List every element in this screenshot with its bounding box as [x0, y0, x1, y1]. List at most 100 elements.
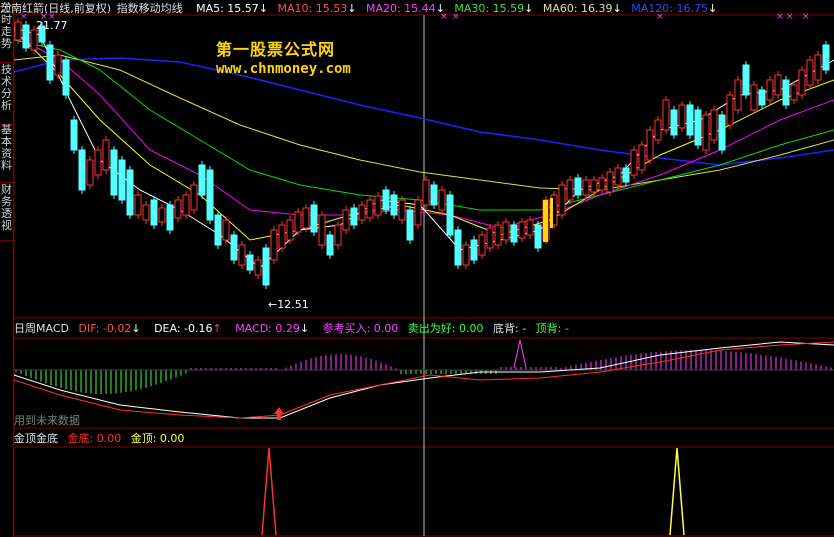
tab-technical-analysis[interactable]: 技术分析	[0, 64, 13, 125]
candlestick	[302, 207, 310, 229]
candlestick	[462, 244, 470, 266]
gold-name[interactable]: 金顶金底	[14, 432, 58, 445]
gold-bottom-spike	[261, 447, 277, 536]
candlestick	[158, 207, 166, 223]
candlestick	[366, 199, 374, 219]
macd-name[interactable]: 日周MACD	[14, 322, 69, 335]
candlestick	[726, 94, 734, 126]
candlestick	[494, 224, 502, 246]
candlestick	[454, 229, 462, 266]
candlestick	[198, 164, 206, 196]
gold-bottom-value: 金底: 0.00	[67, 432, 122, 445]
ma60-value: MA60: 16.39	[542, 2, 613, 15]
candlestick	[246, 254, 254, 271]
main-header: 江南红箭(日线,前复权) 指数移动均线 MA5: 15.57↓ MA10: 15…	[0, 0, 723, 16]
candlestick	[126, 169, 134, 216]
ref-buy-value: 参考买入: 0.00	[322, 322, 399, 335]
candlestick	[278, 224, 286, 249]
candlestick	[78, 149, 86, 191]
highlight-candle	[543, 200, 548, 242]
future-data-note: 用到未来数据	[14, 414, 80, 427]
candlestick	[142, 204, 150, 221]
tab-basic-info[interactable]: 基本资料	[0, 124, 13, 183]
highlight-candle	[550, 198, 553, 228]
candlestick	[766, 79, 774, 101]
candlestick	[30, 29, 38, 51]
candlestick	[358, 204, 366, 221]
candlestick	[318, 214, 326, 246]
candlestick	[166, 204, 174, 231]
candlestick	[406, 209, 414, 241]
candlestick	[654, 119, 662, 141]
candlestick	[382, 189, 390, 211]
candlestick	[110, 149, 118, 196]
candlestick	[342, 209, 350, 231]
indicator-name[interactable]: 指数移动均线	[117, 2, 183, 15]
arrow-down-icon: ↓	[258, 2, 269, 15]
side-tab-bar: 分时走势 技术分析 基本资料 财务透视	[0, 0, 14, 537]
candlestick	[422, 179, 430, 206]
candlestick	[486, 227, 494, 249]
candlestick	[742, 64, 750, 96]
candlestick	[206, 169, 214, 221]
candlestick	[430, 184, 438, 206]
candlestick	[286, 219, 294, 241]
arrow-down-icon: ↓	[131, 322, 141, 335]
candlestick	[558, 184, 566, 216]
candlestick	[750, 84, 758, 111]
candlestick	[14, 21, 22, 41]
macd-spike	[513, 339, 527, 369]
candlestick	[670, 109, 678, 136]
candlestick	[254, 259, 262, 276]
candlestick	[350, 207, 358, 226]
candlestick	[798, 69, 806, 96]
candlestick	[150, 199, 158, 226]
marker-x-icon: ×	[802, 12, 810, 22]
macd-header: 日周MACD DIF: -0.02↓ DEA: -0.16↑ MACD: 0.2…	[14, 320, 575, 336]
candlestick	[678, 104, 686, 129]
gold-top-value: 金顶: 0.00	[130, 432, 185, 445]
sell-value: 卖出为好: 0.00	[407, 322, 484, 335]
candlestick	[510, 224, 518, 243]
gold-header: 金顶金底 金底: 0.00 金顶: 0.00	[14, 430, 190, 446]
ma30-value: MA30: 15.59	[454, 2, 525, 15]
ma10-value: MA10: 15.53	[277, 2, 348, 15]
ma5-value: MA5: 15.57	[196, 2, 259, 15]
bottom-divergence: 底背: -	[493, 322, 527, 335]
candlestick	[46, 44, 54, 81]
candlestick	[758, 89, 766, 106]
candlestick	[686, 104, 694, 136]
ma120-value: MA120: 16.75	[631, 2, 708, 15]
watermark-title: 第一股票公式网	[216, 40, 336, 59]
candlestick	[390, 194, 398, 216]
arrow-down-icon: ↓	[435, 2, 445, 15]
top-divergence: 顶背: -	[535, 322, 569, 335]
arrow-down-icon: ↓	[347, 2, 357, 15]
stock-chart[interactable]: × × × × × × × × ×	[0, 0, 834, 537]
arrow-down-icon: ↓	[524, 2, 534, 15]
candlestick	[294, 211, 302, 233]
candlestick	[62, 59, 70, 96]
candlestick	[262, 247, 270, 286]
stock-title[interactable]: 江南红箭(日线,前复权)	[0, 2, 111, 15]
ma20-value: MA20: 15.44	[365, 2, 436, 15]
candlestick	[94, 149, 102, 176]
candlestick	[190, 184, 198, 211]
candlestick	[398, 199, 406, 221]
high-price-label: 21.77	[36, 19, 68, 32]
tab-financial-view[interactable]: 财务透视	[0, 184, 13, 241]
candlestick	[518, 221, 526, 239]
candlestick	[734, 79, 742, 111]
dif-value: DIF: -0.02	[78, 322, 132, 335]
candlestick	[182, 194, 190, 216]
candlestick	[614, 167, 622, 186]
candlestick	[22, 24, 30, 49]
candlestick	[630, 149, 638, 176]
dea-value: DEA: -0.16	[154, 322, 213, 335]
candlestick	[646, 129, 654, 161]
candlestick	[86, 159, 94, 186]
candlestick	[590, 179, 598, 193]
candlestick	[598, 177, 606, 191]
arrow-up-icon: ↑	[212, 322, 222, 335]
candlestick	[774, 74, 782, 96]
